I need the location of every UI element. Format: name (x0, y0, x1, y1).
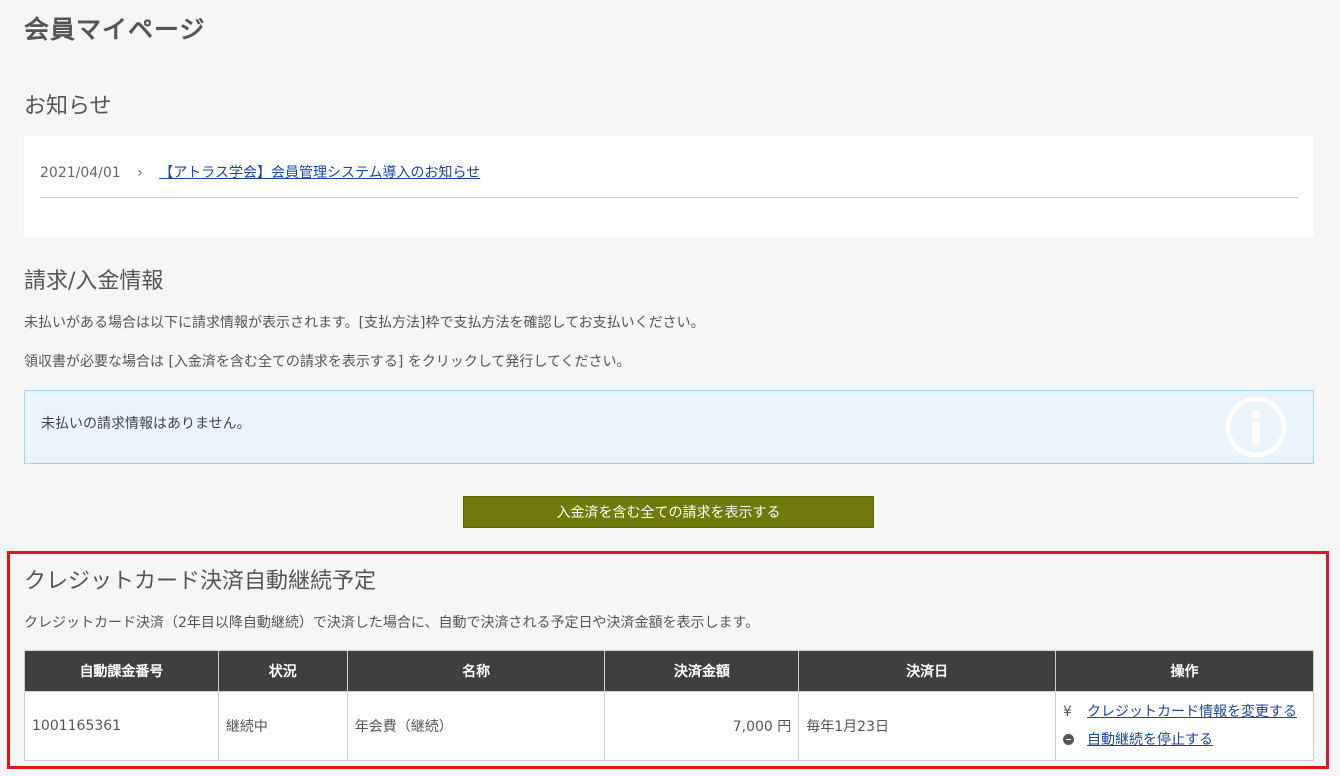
receipt-description: 領収書が必要な場合は [入金済を含む全ての請求を表示する] をクリックして発行し… (24, 354, 631, 370)
billing-number-cell: 1001165361 (24, 691, 219, 761)
name-cell: 年会費（継続） (346, 691, 606, 761)
header-status: 状況 (217, 650, 348, 692)
news-link[interactable]: 【アトラス学会】会員管理システム導入のお知らせ (159, 165, 480, 181)
news-box: 2021/04/01 › 【アトラス学会】会員管理システム導入のお知らせ (24, 136, 1314, 238)
news-divider (40, 197, 1298, 198)
change-card-link[interactable]: クレジットカード情報を変更する (1087, 704, 1297, 720)
show-all-invoices-button[interactable]: 入金済を含む全ての請求を表示する (463, 496, 874, 528)
change-card-op: ¥ クレジットカード情報を変更する (1063, 698, 1306, 726)
header-billing-number: 自動課金番号 (24, 650, 219, 692)
billing-description: 未払いがある場合は以下に請求情報が表示されます。[支払方法]枠で支払方法を確認し… (24, 315, 705, 331)
yen-icon: ¥ (1062, 704, 1072, 720)
header-amount: 決済金額 (604, 650, 800, 692)
status-cell: 継続中 (217, 691, 348, 761)
chevron-right-icon: › (137, 165, 143, 181)
table-row: 1001165361 継続中 年会費（継続） 7,000 円 毎年1月23日 ¥… (24, 691, 1315, 761)
stop-renewal-link[interactable]: 自動継続を停止する (1087, 732, 1213, 748)
header-name: 名称 (346, 650, 606, 692)
news-date: 2021/04/01 (40, 165, 121, 181)
no-invoice-message: 未払いの請求情報はありません。 (41, 416, 251, 432)
date-cell: 毎年1月23日 (798, 691, 1056, 761)
news-item: 2021/04/01 › 【アトラス学会】会員管理システム導入のお知らせ (40, 162, 480, 182)
billing-section-title: 請求/入金情報 (24, 269, 164, 294)
credit-section-title: クレジットカード決済自動継続予定 (24, 569, 377, 594)
page-title: 会員マイページ (24, 15, 206, 44)
stop-circle-icon (1062, 734, 1074, 745)
auto-renewal-table: 自動課金番号 状況 名称 決済金額 決済日 操作 1001165361 継続中 … (24, 650, 1315, 761)
no-invoice-notice: 未払いの請求情報はありません。 (24, 390, 1314, 464)
header-operations: 操作 (1054, 650, 1315, 692)
info-icon (1225, 396, 1287, 458)
operations-cell: ¥ クレジットカード情報を変更する 自動継続を停止する (1054, 691, 1315, 761)
header-date: 決済日 (798, 650, 1056, 692)
news-section-title: お知らせ (24, 94, 112, 119)
credit-description: クレジットカード決済（2年目以降自動継続）で決済した場合に、自動で決済される予定… (24, 615, 760, 631)
table-header-row: 自動課金番号 状況 名称 決済金額 決済日 操作 (24, 650, 1315, 692)
stop-renewal-op: 自動継続を停止する (1062, 726, 1306, 754)
amount-cell: 7,000 円 (604, 691, 800, 761)
